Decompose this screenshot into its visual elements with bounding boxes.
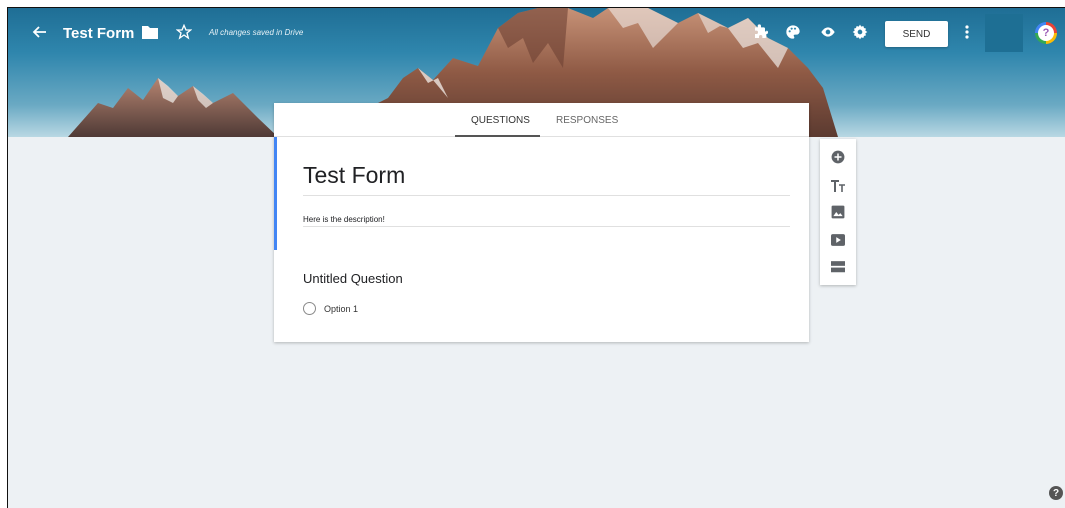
divider: [303, 195, 790, 196]
section-icon[interactable]: [829, 258, 847, 276]
add-circle-icon[interactable]: [829, 148, 847, 166]
tab-bar: QUESTIONS RESPONSES: [274, 103, 809, 137]
puzzle-icon[interactable]: [752, 23, 770, 41]
arrow-left-icon[interactable]: [30, 22, 50, 42]
app-window: Test Form All changes saved in Drive SEN…: [7, 7, 1065, 508]
title-text-icon[interactable]: [829, 177, 847, 195]
active-section-indicator: [274, 137, 277, 250]
help-badge-glyph: ?: [1038, 25, 1054, 41]
option-row[interactable]: Option 1: [303, 302, 358, 315]
save-status: All changes saved in Drive: [209, 28, 304, 37]
folder-icon[interactable]: [141, 23, 159, 41]
star-outline-icon[interactable]: [174, 22, 194, 42]
form-description-field[interactable]: Here is the description!: [303, 215, 385, 224]
form-title-field[interactable]: Test Form: [303, 162, 405, 189]
form-title[interactable]: Test Form: [63, 25, 134, 42]
question-title[interactable]: Untitled Question: [303, 271, 403, 286]
palette-icon[interactable]: [784, 23, 802, 41]
top-app-bar: Test Form All changes saved in Drive SEN…: [8, 8, 1065, 58]
form-header-section[interactable]: Test Form Here is the description!: [274, 137, 809, 250]
eye-icon[interactable]: [819, 23, 837, 41]
video-icon[interactable]: [829, 231, 847, 249]
gear-icon[interactable]: [851, 23, 869, 41]
option-label[interactable]: Option 1: [324, 304, 358, 314]
divider: [303, 226, 790, 227]
image-icon[interactable]: [829, 203, 847, 221]
send-button[interactable]: SEND: [885, 21, 948, 47]
account-area[interactable]: [985, 14, 1023, 52]
tab-questions[interactable]: QUESTIONS: [471, 115, 530, 126]
form-card: QUESTIONS RESPONSES Test Form Here is th…: [274, 103, 809, 342]
help-badge-icon[interactable]: ?: [1035, 22, 1057, 44]
more-vert-icon[interactable]: [959, 22, 975, 42]
tab-responses[interactable]: RESPONSES: [556, 115, 618, 126]
side-toolbar: [820, 139, 856, 285]
help-icon[interactable]: ?: [1049, 486, 1063, 500]
radio-button[interactable]: [303, 302, 316, 315]
